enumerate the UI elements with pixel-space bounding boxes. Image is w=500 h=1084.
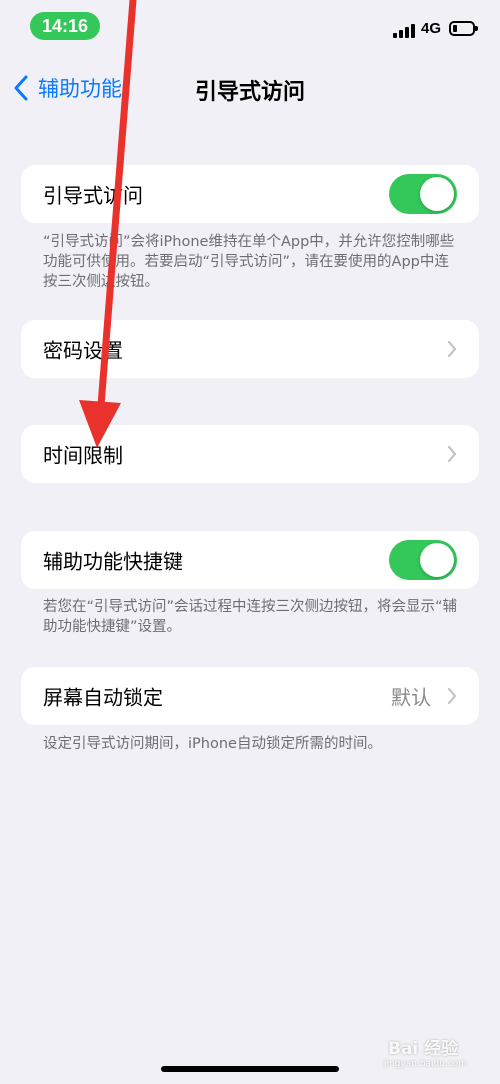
navigation-bar: 辅助功能 引导式访问 [0,64,500,114]
guided-access-toggle[interactable] [389,174,457,214]
guided-access-group: 引导式访问 [21,165,479,223]
passcode-group: 密码设置 [21,320,479,378]
page-title: 引导式访问 [194,80,305,105]
guided-access-row: 引导式访问 [21,165,479,223]
accessibility-shortcut-group: 辅助功能快捷键 [21,531,479,589]
guided-access-footer: “引导式访问”会将iPhone维持在单个App中，并允许您控制哪些功能可供使用。… [43,234,455,290]
auto-lock-label: 屏幕自动锁定 [43,685,163,710]
time-limits-label: 时间限制 [43,443,123,468]
status-time[interactable]: 14:16 [30,12,100,40]
battery-level [453,25,457,32]
auto-lock-row[interactable]: 屏幕自动锁定 默认 [21,667,479,725]
guided-access-label: 引导式访问 [43,183,143,208]
chevron-right-icon [447,687,457,705]
status-bar: 14:16 4G [0,0,500,56]
battery-icon [449,21,478,36]
chevron-right-icon [447,445,457,463]
accessibility-shortcut-toggle[interactable] [389,540,457,580]
watermark-url: jingyan.baidu.com [384,1059,468,1069]
chevron-right-icon [447,340,457,358]
time-limits-group: 时间限制 [21,425,479,483]
accessibility-shortcut-row: 辅助功能快捷键 [21,531,479,589]
auto-lock-footer: 设定引导式访问期间，iPhone自动锁定所需的时间。 [43,736,382,752]
cellular-signal-icon [393,22,415,38]
watermark-logo: Bai 经验 [388,1039,459,1059]
home-indicator[interactable] [161,1066,339,1072]
accessibility-shortcut-label: 辅助功能快捷键 [43,549,183,574]
passcode-settings-row[interactable]: 密码设置 [21,320,479,378]
time-limits-row[interactable]: 时间限制 [21,425,479,483]
passcode-settings-label: 密码设置 [43,338,123,363]
accessibility-shortcut-footer: 若您在“引导式访问”会话过程中连按三次侧边按钮，将会显示“辅助功能快捷键”设置。 [43,599,458,635]
auto-lock-value: 默认 [391,685,431,710]
network-type: 4G [421,20,442,37]
auto-lock-group: 屏幕自动锁定 默认 [21,667,479,725]
